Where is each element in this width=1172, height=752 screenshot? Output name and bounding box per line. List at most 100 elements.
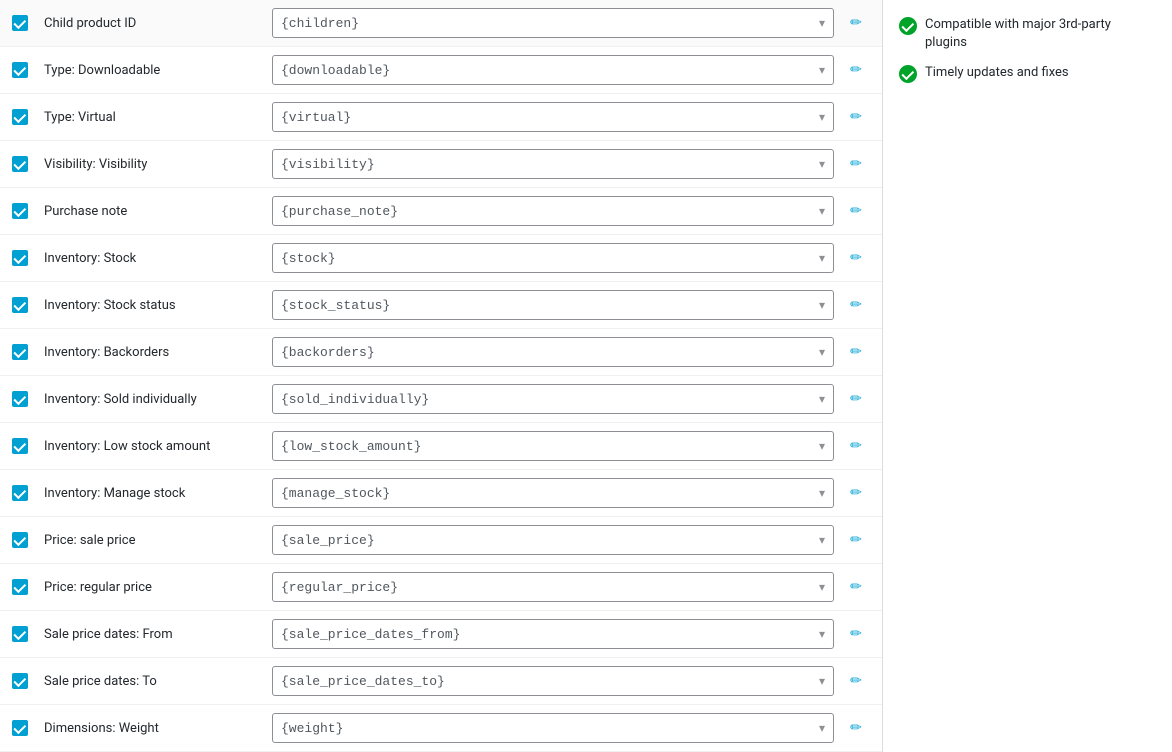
row-checkbox-sale-price-dates-to[interactable] [12,673,28,689]
row-label-child-product-id: Child product ID [44,16,264,31]
edit-icon-price-sale-price[interactable]: ✏ [850,532,862,548]
chevron-down-icon: ▾ [819,533,825,547]
table-row: Inventory: Sold individually {sold_indiv… [0,376,882,423]
row-select-inventory-backorders[interactable]: {backorders} ▾ [272,337,834,367]
edit-icon-dimensions-weight[interactable]: ✏ [850,720,862,736]
row-checkbox-inventory-manage-stock[interactable] [12,485,28,501]
row-select-value-child-product-id: {children} [281,16,815,31]
row-checkbox-price-regular-price[interactable] [12,579,28,595]
row-select-inventory-stock[interactable]: {stock} ▾ [272,243,834,273]
edit-icon-type-downloadable[interactable]: ✏ [850,62,862,78]
row-checkbox-purchase-note[interactable] [12,203,28,219]
table-row: Inventory: Stock {stock} ▾ ✏ [0,235,882,282]
row-checkbox-type-downloadable[interactable] [12,62,28,78]
chevron-down-icon: ▾ [819,298,825,312]
row-checkbox-inventory-stock[interactable] [12,250,28,266]
row-select-inventory-stock-status[interactable]: {stock_status} ▾ [272,290,834,320]
edit-icon-inventory-stock-status[interactable]: ✏ [850,297,862,313]
row-select-sale-price-dates-from[interactable]: {sale_price_dates_from} ▾ [272,619,834,649]
row-select-value-inventory-stock-status: {stock_status} [281,298,815,313]
edit-icon-child-product-id[interactable]: ✏ [850,15,862,31]
row-label-type-virtual: Type: Virtual [44,110,264,125]
main-content: Child product ID {children} ▾ ✏ Type: Do… [0,0,882,752]
table-row: Type: Downloadable {downloadable} ▾ ✏ [0,47,882,94]
row-select-value-price-regular-price: {regular_price} [281,580,815,595]
table-row: Inventory: Stock status {stock_status} ▾… [0,282,882,329]
row-label-dimensions-weight: Dimensions: Weight [44,721,264,736]
row-select-visibility-visibility[interactable]: {visibility} ▾ [272,149,834,179]
table-row: Inventory: Manage stock {manage_stock} ▾… [0,470,882,517]
row-select-value-sale-price-dates-from: {sale_price_dates_from} [281,627,815,642]
table-row: Purchase note {purchase_note} ▾ ✏ [0,188,882,235]
row-checkbox-inventory-sold-individually[interactable] [12,391,28,407]
edit-icon-inventory-backorders[interactable]: ✏ [850,344,862,360]
row-checkbox-sale-price-dates-from[interactable] [12,626,28,642]
chevron-down-icon: ▾ [819,345,825,359]
table-row: Sale price dates: From {sale_price_dates… [0,611,882,658]
row-checkbox-dimensions-weight[interactable] [12,720,28,736]
edit-icon-inventory-stock[interactable]: ✏ [850,250,862,266]
row-checkbox-visibility-visibility[interactable] [12,156,28,172]
edit-icon-sale-price-dates-from[interactable]: ✏ [850,626,862,642]
chevron-down-icon: ▾ [819,439,825,453]
edit-icon-inventory-low-stock-amount[interactable]: ✏ [850,438,862,454]
edit-icon-purchase-note[interactable]: ✏ [850,203,862,219]
edit-icon-sale-price-dates-to[interactable]: ✏ [850,673,862,689]
row-select-value-inventory-stock: {stock} [281,251,815,266]
chevron-down-icon: ▾ [819,157,825,171]
check-circle-icon [899,17,917,35]
row-select-value-price-sale-price: {sale_price} [281,533,815,548]
edit-icon-inventory-sold-individually[interactable]: ✏ [850,391,862,407]
row-select-dimensions-weight[interactable]: {weight} ▾ [272,713,834,743]
row-label-sale-price-dates-from: Sale price dates: From [44,627,264,642]
edit-icon-type-virtual[interactable]: ✏ [850,109,862,125]
edit-icon-inventory-manage-stock[interactable]: ✏ [850,485,862,501]
row-select-purchase-note[interactable]: {purchase_note} ▾ [272,196,834,226]
row-select-inventory-sold-individually[interactable]: {sold_individually} ▾ [272,384,834,414]
table-row: Dimensions: Weight {weight} ▾ ✏ [0,705,882,752]
table-row: Child product ID {children} ▾ ✏ [0,0,882,47]
row-select-child-product-id[interactable]: {children} ▾ [272,8,834,38]
row-label-inventory-backorders: Inventory: Backorders [44,345,264,360]
row-select-inventory-low-stock-amount[interactable]: {low_stock_amount} ▾ [272,431,834,461]
edit-icon-visibility-visibility[interactable]: ✏ [850,156,862,172]
table-row: Visibility: Visibility {visibility} ▾ ✏ [0,141,882,188]
row-label-inventory-stock: Inventory: Stock [44,251,264,266]
table-row: Inventory: Backorders {backorders} ▾ ✏ [0,329,882,376]
row-select-sale-price-dates-to[interactable]: {sale_price_dates_to} ▾ [272,666,834,696]
chevron-down-icon: ▾ [819,486,825,500]
row-label-inventory-low-stock-amount: Inventory: Low stock amount [44,439,264,454]
row-select-price-regular-price[interactable]: {regular_price} ▾ [272,572,834,602]
row-checkbox-inventory-stock-status[interactable] [12,297,28,313]
feature-item-timely: Timely updates and fixes [899,64,1156,83]
row-label-type-downloadable: Type: Downloadable [44,63,264,78]
row-select-value-type-downloadable: {downloadable} [281,63,815,78]
feature-item-compatible: Compatible with major 3rd-party plugins [899,16,1156,52]
row-select-value-sale-price-dates-to: {sale_price_dates_to} [281,674,815,689]
chevron-down-icon: ▾ [819,580,825,594]
row-checkbox-inventory-low-stock-amount[interactable] [12,438,28,454]
row-label-visibility-visibility: Visibility: Visibility [44,157,264,172]
feature-text-compatible: Compatible with major 3rd-party plugins [925,16,1156,52]
row-select-type-downloadable[interactable]: {downloadable} ▾ [272,55,834,85]
chevron-down-icon: ▾ [819,110,825,124]
edit-icon-price-regular-price[interactable]: ✏ [850,579,862,595]
row-select-value-inventory-low-stock-amount: {low_stock_amount} [281,439,815,454]
row-label-purchase-note: Purchase note [44,204,264,219]
row-select-type-virtual[interactable]: {virtual} ▾ [272,102,834,132]
chevron-down-icon: ▾ [819,63,825,77]
chevron-down-icon: ▾ [819,627,825,641]
row-checkbox-child-product-id[interactable] [12,15,28,31]
row-label-price-regular-price: Price: regular price [44,580,264,595]
row-label-inventory-manage-stock: Inventory: Manage stock [44,486,264,501]
chevron-down-icon: ▾ [819,16,825,30]
chevron-down-icon: ▾ [819,204,825,218]
row-select-inventory-manage-stock[interactable]: {manage_stock} ▾ [272,478,834,508]
row-checkbox-price-sale-price[interactable] [12,532,28,548]
row-checkbox-inventory-backorders[interactable] [12,344,28,360]
row-checkbox-type-virtual[interactable] [12,109,28,125]
check-circle-icon [899,65,917,83]
table-row: Type: Virtual {virtual} ▾ ✏ [0,94,882,141]
row-select-price-sale-price[interactable]: {sale_price} ▾ [272,525,834,555]
chevron-down-icon: ▾ [819,721,825,735]
